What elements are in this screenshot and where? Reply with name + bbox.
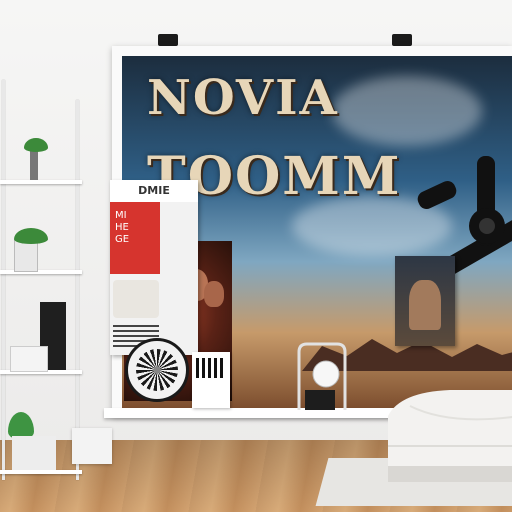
shelf-level <box>0 470 82 474</box>
planter <box>14 240 38 272</box>
left-clip-icon <box>158 34 178 46</box>
plant-icon <box>24 138 48 152</box>
poster-title-line-1: NOVIA <box>147 70 339 126</box>
shelf-level <box>0 270 82 274</box>
red-book-text: MI HE GE <box>115 210 130 245</box>
display-shelf <box>104 408 404 418</box>
book-stack: DMIE MI HE GE <box>110 180 198 355</box>
small-sign <box>192 352 230 408</box>
book-top-label: DMIE <box>110 180 198 202</box>
right-clip-icon <box>392 34 412 46</box>
badge-pattern <box>136 349 178 391</box>
figure <box>409 280 441 330</box>
lamp-icon <box>297 342 347 410</box>
vase <box>30 148 38 180</box>
shelf-rail <box>2 80 5 480</box>
badge-icon <box>125 338 189 402</box>
shelf-rail <box>76 100 79 480</box>
red-book: MI HE GE <box>110 202 160 274</box>
wire-shelf-unit <box>0 80 82 500</box>
bed <box>388 390 512 482</box>
small-poster <box>395 256 455 346</box>
shelf-level <box>0 180 82 184</box>
box <box>10 346 48 372</box>
folded-towels <box>12 436 56 470</box>
book-illustration <box>113 280 159 318</box>
bedroom-scene: NOVIA TOOMM DMIE MI HE GE <box>0 0 512 512</box>
plant-icon <box>14 228 48 244</box>
sign-pattern <box>196 358 226 378</box>
white-box <box>72 428 112 464</box>
face <box>204 281 224 307</box>
